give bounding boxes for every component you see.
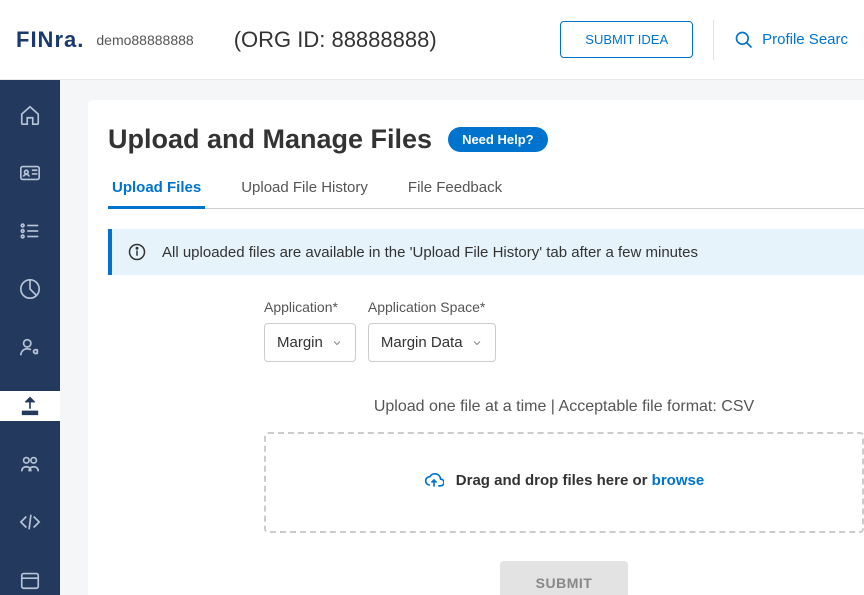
user-gear-icon	[19, 336, 41, 358]
calendar-icon	[19, 569, 41, 591]
sidebar-item-upload[interactable]	[0, 391, 60, 421]
application-label: Application*	[264, 299, 356, 315]
username: demo88888888	[96, 32, 193, 48]
submit-idea-button[interactable]: SUBMIT IDEA	[560, 21, 693, 58]
info-banner: All uploaded files are available in the …	[108, 229, 864, 275]
search-icon	[734, 30, 754, 50]
sidebar-item-home[interactable]	[0, 100, 60, 130]
list-icon	[19, 220, 41, 242]
info-text: All uploaded files are available in the …	[162, 244, 698, 261]
sidebar-item-calendar[interactable]	[0, 565, 60, 595]
tabs: Upload Files Upload File History File Fe…	[108, 179, 864, 209]
content-area: Upload and Manage Files Need Help? Uploa…	[60, 80, 864, 595]
file-dropzone[interactable]: Drag and drop files here or browse	[264, 432, 864, 533]
tab-upload-history[interactable]: Upload File History	[237, 179, 372, 208]
sidebar-item-users[interactable]	[0, 449, 60, 479]
page-title: Upload and Manage Files	[108, 124, 432, 155]
sidebar-item-profile[interactable]	[0, 158, 60, 188]
application-space-label: Application Space*	[368, 299, 496, 315]
code-icon	[19, 511, 41, 533]
tab-file-feedback[interactable]: File Feedback	[404, 179, 506, 208]
application-select[interactable]: Margin	[264, 323, 356, 362]
home-icon	[19, 104, 41, 126]
sidebar	[0, 80, 60, 595]
divider	[713, 20, 714, 60]
sidebar-item-dev[interactable]	[0, 507, 60, 537]
submit-button[interactable]: SUBMIT	[500, 561, 629, 595]
profile-search-link[interactable]: Profile Searc	[734, 30, 848, 50]
id-card-icon	[19, 162, 41, 184]
cloud-upload-icon	[424, 470, 444, 490]
need-help-button[interactable]: Need Help?	[448, 127, 548, 152]
pie-chart-icon	[19, 278, 41, 300]
tab-upload-files[interactable]: Upload Files	[108, 179, 205, 208]
info-icon	[128, 243, 146, 261]
sidebar-item-reports[interactable]	[0, 274, 60, 304]
top-header: FINra. demo88888888 (ORG ID: 88888888) S…	[0, 0, 864, 80]
sidebar-item-tasks[interactable]	[0, 216, 60, 246]
chevron-down-icon	[471, 337, 483, 349]
browse-link[interactable]: browse	[652, 472, 705, 489]
finra-logo: FINra.	[16, 27, 84, 53]
org-id: (ORG ID: 88888888)	[234, 27, 437, 53]
chevron-down-icon	[331, 337, 343, 349]
application-space-select[interactable]: Margin Data	[368, 323, 496, 362]
users-icon	[19, 453, 41, 475]
upload-icon	[19, 395, 41, 417]
upload-hint: Upload one file at a time | Acceptable f…	[264, 398, 864, 416]
sidebar-item-admin[interactable]	[0, 332, 60, 362]
